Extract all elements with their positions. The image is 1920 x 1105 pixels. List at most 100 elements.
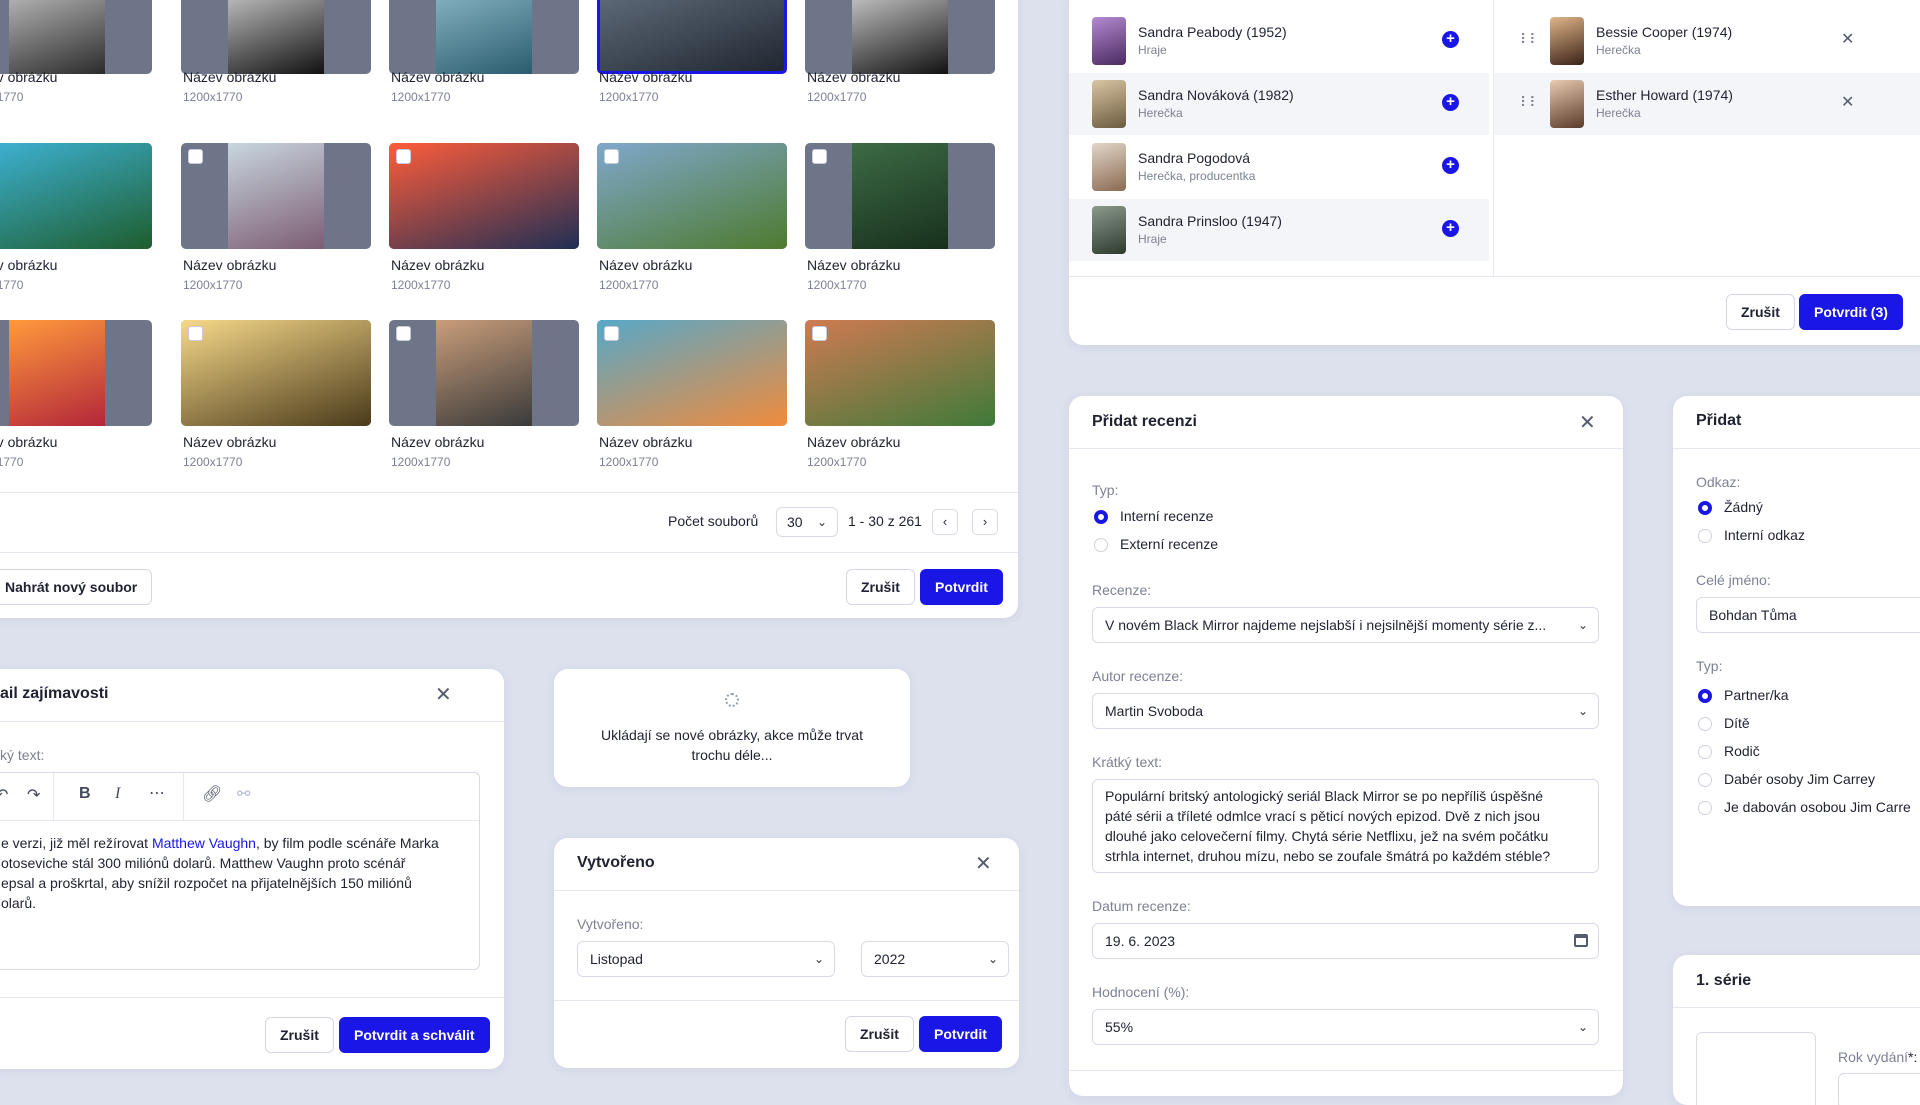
thumbnail-dimensions: 1200x1770: [599, 455, 659, 469]
available-person-row[interactable]: Sandra Nováková (1982) Herečka +: [1069, 73, 1489, 135]
thumbnail-checkbox[interactable]: [396, 149, 411, 164]
gallery-thumbnail[interactable]: [0, 320, 152, 426]
thumbnail-checkbox[interactable]: [812, 149, 827, 164]
gallery-thumbnail[interactable]: [597, 0, 787, 74]
external-review-radio[interactable]: [1094, 538, 1108, 552]
loading-card: Ukládají se nové obrázky, akce může trva…: [554, 669, 910, 787]
link-icon[interactable]: 🔗︎: [202, 784, 222, 804]
remove-person-icon[interactable]: ✕: [1841, 93, 1854, 113]
relation-type-radio[interactable]: [1698, 745, 1712, 759]
upload-new-file-button[interactable]: Nahrát nový soubor: [0, 569, 153, 605]
gallery-thumbnail[interactable]: [805, 320, 995, 426]
gallery-thumbnail[interactable]: [181, 143, 371, 249]
link-none-radio[interactable]: [1698, 501, 1712, 515]
remove-person-icon[interactable]: ✕: [1841, 30, 1854, 50]
thumbnail-checkbox[interactable]: [604, 326, 619, 341]
created-cancel-button[interactable]: Zrušit: [845, 1016, 914, 1052]
thumbnail-checkbox[interactable]: [188, 149, 203, 164]
month-select[interactable]: Listopad ⌄: [577, 941, 835, 977]
review-rating-label: Hodnocení (%):: [1092, 984, 1190, 1000]
gallery-thumbnail[interactable]: [389, 0, 579, 74]
link-none-label: Žádný: [1724, 499, 1763, 515]
relation-type-radio[interactable]: [1698, 801, 1712, 815]
editor-content[interactable]: e verzi, již měl režírovat Matthew Vaugh…: [1, 833, 471, 913]
thumbnail-checkbox[interactable]: [604, 149, 619, 164]
thumbnail-checkbox[interactable]: [396, 326, 411, 341]
next-page-button[interactable]: ›: [972, 509, 998, 535]
review-footer-divider: [1069, 1070, 1623, 1071]
review-date-input[interactable]: 19. 6. 2023: [1092, 923, 1599, 959]
gallery-thumbnail[interactable]: [805, 143, 995, 249]
gallery-thumbnail[interactable]: [597, 143, 787, 249]
person-role: Herečka: [1138, 106, 1183, 120]
bold-icon[interactable]: B: [79, 785, 91, 803]
unlink-icon[interactable]: ⚯: [237, 784, 250, 804]
gallery-cancel-button[interactable]: Zrušit: [846, 569, 915, 605]
people-cancel-button[interactable]: Zrušit: [1726, 294, 1795, 330]
review-select[interactable]: V novém Black Mirror najdeme nejslabší i…: [1092, 607, 1599, 643]
review-author-select[interactable]: Martin Svoboda ⌄: [1092, 693, 1599, 729]
people-confirm-button[interactable]: Potvrdit (3): [1799, 294, 1903, 330]
internal-review-radio[interactable]: [1094, 510, 1108, 524]
editor-footer-divider: [0, 997, 504, 998]
gallery-thumbnail[interactable]: [805, 0, 995, 74]
created-field-label: Vytvořeno:: [577, 916, 644, 932]
people-available-list: Sandra Peabody (1952) Hraje + Sandra Nováko…: [1069, 0, 1493, 276]
redo-icon[interactable]: ↷: [27, 785, 40, 805]
add-person-icon[interactable]: +: [1442, 31, 1459, 48]
thumbnail-dimensions: 1200x1770: [391, 455, 451, 469]
editor-confirm-approve-button[interactable]: Potvrdit a schválit: [339, 1017, 490, 1053]
drag-handle-icon[interactable]: ⠇⠇: [1520, 31, 1539, 48]
link-internal-radio[interactable]: [1698, 529, 1712, 543]
created-title: Vytvořeno: [577, 854, 655, 871]
thumbnail-image: [436, 320, 532, 426]
available-person-row[interactable]: Sandra Pogodová Herečka, producentka +: [1069, 136, 1489, 198]
relation-type-radio[interactable]: [1698, 773, 1712, 787]
image-gallery-card: Název obrázku 1200x1770 Název obrázku 1200x…: [0, 0, 1018, 618]
close-icon[interactable]: ✕: [435, 685, 452, 705]
gallery-confirm-button[interactable]: Potvrdit: [920, 569, 1003, 605]
gallery-thumbnail[interactable]: [597, 320, 787, 426]
review-short-textarea[interactable]: Populární britský antologický seriál Bla…: [1092, 779, 1599, 873]
per-page-select[interactable]: 30 ⌄: [776, 507, 838, 537]
created-confirm-button[interactable]: Potvrdit: [919, 1016, 1002, 1052]
italic-icon[interactable]: I: [115, 785, 120, 803]
gallery-thumbnail[interactable]: [181, 0, 371, 74]
gallery-thumbnail[interactable]: [0, 143, 152, 249]
gallery-thumbnail[interactable]: [181, 320, 371, 426]
add-person-icon[interactable]: +: [1442, 94, 1459, 111]
more-options-icon[interactable]: ⋯: [149, 783, 165, 803]
relation-type-radio[interactable]: [1698, 717, 1712, 731]
selected-person-row[interactable]: ⠇⠇ Bessie Cooper (1974) Herečka ✕: [1494, 10, 1920, 72]
add-person-icon[interactable]: +: [1442, 157, 1459, 174]
drag-handle-icon[interactable]: ⠇⠇: [1520, 94, 1539, 111]
prev-page-button[interactable]: ‹: [932, 509, 958, 535]
matthew-vaughn-link[interactable]: Matthew Vaughn: [152, 835, 256, 851]
series-image-placeholder[interactable]: [1696, 1032, 1816, 1105]
thumbnail-image: [805, 320, 995, 426]
release-year-input[interactable]: [1838, 1073, 1920, 1105]
relation-type-radio[interactable]: [1698, 689, 1712, 703]
review-rating-select[interactable]: 55% ⌄: [1092, 1009, 1599, 1045]
available-person-row[interactable]: Sandra Peabody (1952) Hraje +: [1069, 10, 1489, 72]
add-person-icon[interactable]: +: [1442, 220, 1459, 237]
year-select[interactable]: 2022 ⌄: [861, 941, 1009, 977]
chevron-down-icon: ⌄: [987, 952, 998, 966]
available-person-row[interactable]: Sandra Prinsloo (1947) Hraje +: [1069, 199, 1489, 261]
thumbnail-image: [389, 143, 579, 249]
thumbnail-checkbox[interactable]: [188, 326, 203, 341]
thumbnail-checkbox[interactable]: [812, 326, 827, 341]
close-icon[interactable]: ✕: [975, 854, 992, 874]
gallery-thumbnail[interactable]: [389, 143, 579, 249]
full-name-input[interactable]: Bohdan Tůma: [1696, 597, 1920, 633]
gallery-thumbnail[interactable]: [389, 320, 579, 426]
detail-editor-card: ail zajímavosti ✕ ký text: ↶ ↷ B I ⋯ 🔗︎ …: [0, 669, 504, 1069]
selected-person-row[interactable]: ⠇⠇ Esther Howard (1974) Herečka ✕: [1494, 73, 1920, 135]
gallery-thumbnail[interactable]: [0, 0, 152, 74]
close-icon[interactable]: ✕: [1579, 413, 1596, 433]
editor-cancel-button[interactable]: Zrušit: [265, 1017, 334, 1053]
calendar-icon[interactable]: [1574, 934, 1588, 947]
chevron-down-icon: ⌄: [1577, 618, 1588, 632]
pagination-range: 1 - 30 z 261: [848, 513, 922, 529]
undo-icon[interactable]: ↶: [0, 785, 8, 805]
